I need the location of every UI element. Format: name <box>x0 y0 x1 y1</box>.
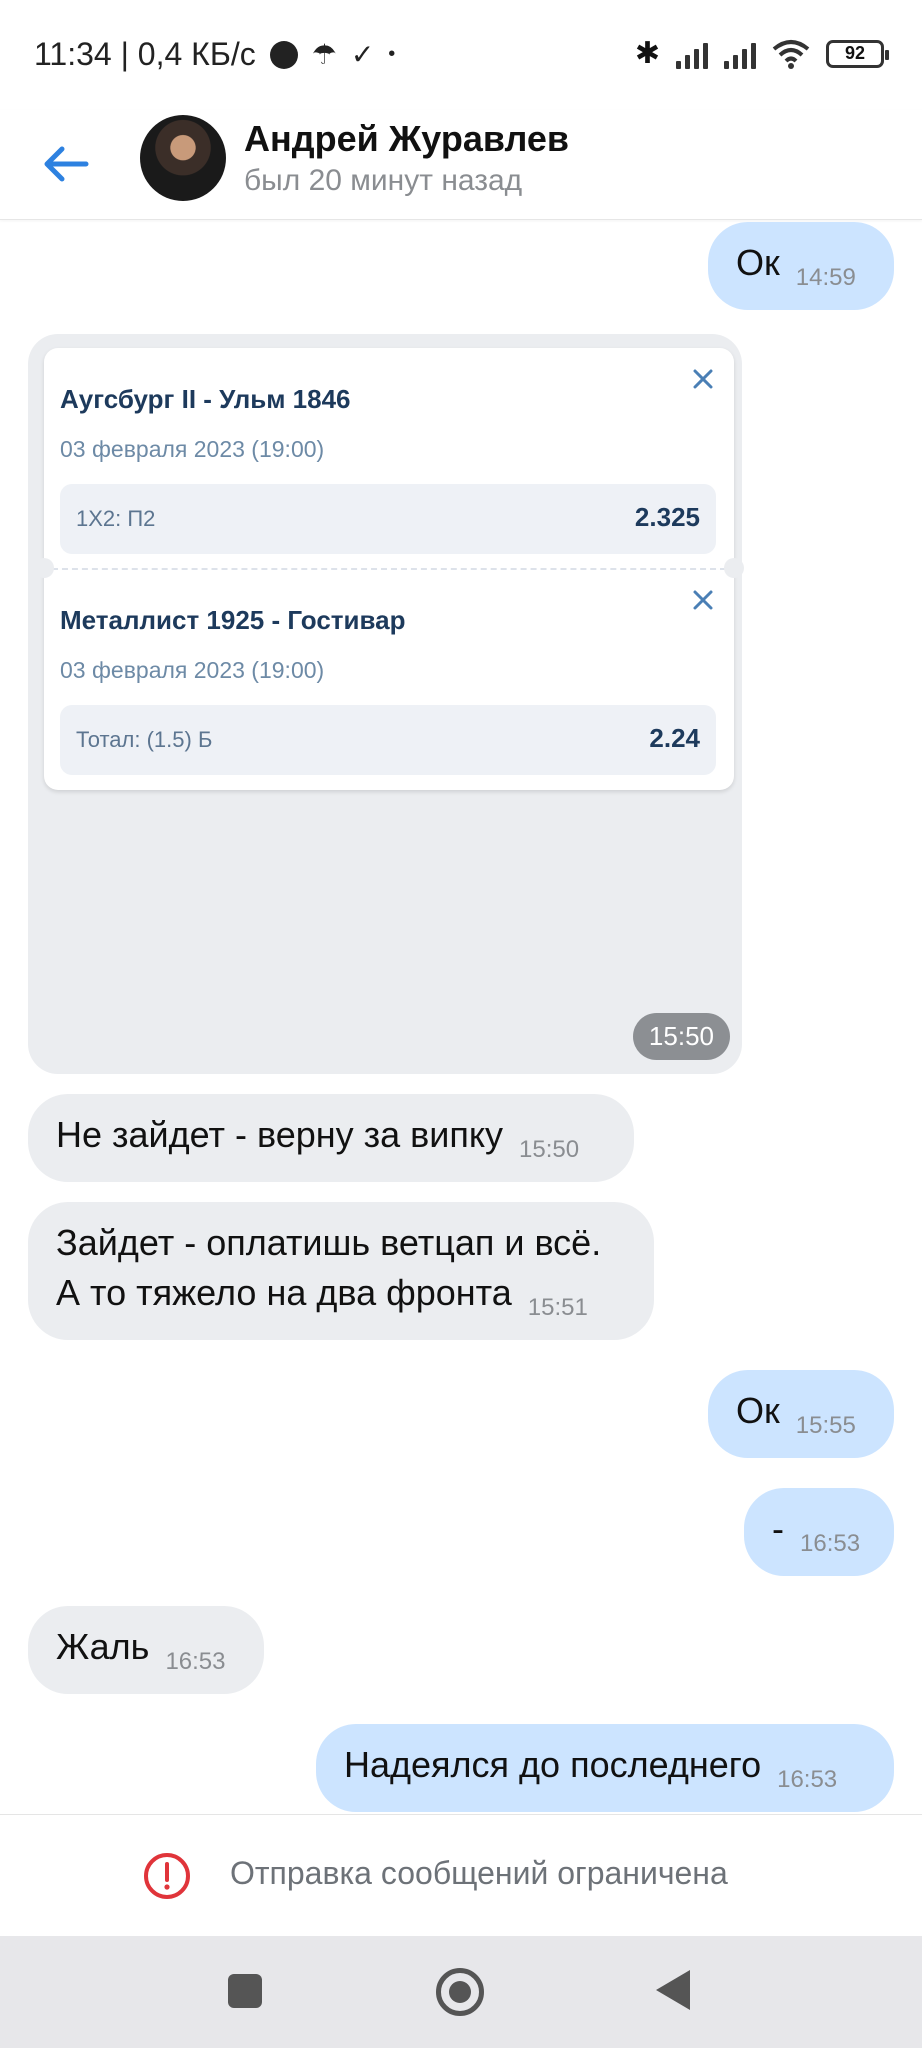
message-text: Надеялся до последнего <box>344 1744 762 1785</box>
message-bubble[interactable]: Ок 14:59 <box>708 222 894 310</box>
bet-type: 1X2: П2 <box>76 506 156 531</box>
message-time: 16:53 <box>777 1766 838 1793</box>
message-text: Зайдет - оплатишь ветцап и всё. <box>56 1222 602 1263</box>
bet-odd: 2.325 <box>634 502 700 532</box>
restriction-bar: Отправка сообщений ограничена <box>0 1814 922 1936</box>
app-notification-icon <box>269 40 298 69</box>
bet-match: Аугсбург II - Ульм 1846 <box>60 384 351 414</box>
message-bubble[interactable]: Жаль 16:53 <box>28 1606 264 1694</box>
bet-odd: 2.24 <box>649 723 700 753</box>
chat-header: Андрей Журавлев был 20 минут назад <box>0 110 922 220</box>
bet-item: Аугсбург II - Ульм 1846 03 февраля 2023 … <box>44 348 734 558</box>
message-bubble[interactable]: Зайдет - оплатишь ветцап и всё. А то тяж… <box>28 1202 654 1340</box>
close-icon[interactable] <box>690 587 716 613</box>
back-icon[interactable] <box>656 1970 690 2010</box>
dot-icon: • <box>388 43 396 65</box>
contact-name[interactable]: Андрей Журавлев <box>244 118 569 160</box>
warning-icon <box>144 1853 190 1899</box>
recents-icon[interactable] <box>228 1974 262 2008</box>
message-bubble[interactable]: Надеялся до последнего 16:53 <box>316 1724 894 1812</box>
signal-icon-2 <box>724 39 756 69</box>
message-text: А то тяжело на два фронта <box>56 1272 512 1313</box>
bluetooth-icon: ✱ <box>634 37 660 70</box>
message-time: 16:53 <box>165 1648 226 1675</box>
check-circle-icon: ✓ <box>350 39 375 70</box>
battery-icon: 92 <box>826 39 889 68</box>
message-time: 15:50 <box>632 1013 730 1060</box>
bet-match: Металлист 1925 - Гостивар <box>60 605 406 635</box>
close-icon[interactable] <box>690 366 716 392</box>
bet-date: 03 февраля 2023 (19:00) <box>60 657 325 683</box>
bet-coupon: Аугсбург II - Ульм 1846 03 февраля 2023 … <box>34 348 744 790</box>
bet-date: 03 февраля 2023 (19:00) <box>60 436 325 462</box>
status-right: ✱ 92 <box>634 36 889 71</box>
message-bubble[interactable]: -16:53 <box>744 1488 894 1576</box>
bet-outcome: Тотал: (1.5) Б 2.24 <box>60 705 716 775</box>
bet-type: Тотал: (1.5) Б <box>76 727 213 752</box>
message-time: 15:55 <box>795 1412 856 1439</box>
restriction-text: Отправка сообщений ограничена <box>230 1855 728 1891</box>
message-text: - <box>772 1508 784 1549</box>
avatar[interactable] <box>140 115 226 201</box>
chat-screen: 11:34 | 0,4 КБ/с ☂ ✓ • ✱ 92 Андрей Журав… <box>0 0 922 2048</box>
coupon-message[interactable]: Аугсбург II - Ульм 1846 03 февраля 2023 … <box>28 334 744 1074</box>
back-arrow-icon[interactable] <box>40 138 92 190</box>
message-text: Не зайдет - верну за випку <box>56 1114 504 1155</box>
message-time: 15:51 <box>527 1294 588 1321</box>
message-text: Ок <box>736 1390 780 1431</box>
message-time: 15:50 <box>519 1136 580 1163</box>
system-nav-bar <box>0 1936 922 2048</box>
bet-item: Металлист 1925 - Гостивар 03 февраля 202… <box>44 569 734 779</box>
status-left: 11:34 | 0,4 КБ/с ☂ ✓ • <box>34 36 395 73</box>
message-bubble[interactable]: Ок 15:55 <box>708 1370 894 1458</box>
status-time-speed: 11:34 | 0,4 КБ/с <box>34 36 256 72</box>
wifi-icon <box>772 39 810 69</box>
bet-outcome: 1X2: П2 2.325 <box>60 484 716 554</box>
message-bubble[interactable]: Не зайдет - верну за випку 15:50 <box>28 1094 634 1182</box>
home-icon[interactable] <box>436 1968 484 2016</box>
message-time: 16:53 <box>800 1530 861 1557</box>
signal-icon <box>676 39 708 69</box>
status-bar: 11:34 | 0,4 КБ/с ☂ ✓ • ✱ 92 <box>0 0 922 110</box>
message-text: Жаль <box>56 1626 150 1667</box>
last-seen: был 20 минут назад <box>244 164 523 197</box>
umbrella-icon: ☂ <box>311 39 337 70</box>
message-text: Ок <box>736 242 780 283</box>
battery-level: 92 <box>844 43 866 63</box>
message-time: 14:59 <box>795 264 856 291</box>
